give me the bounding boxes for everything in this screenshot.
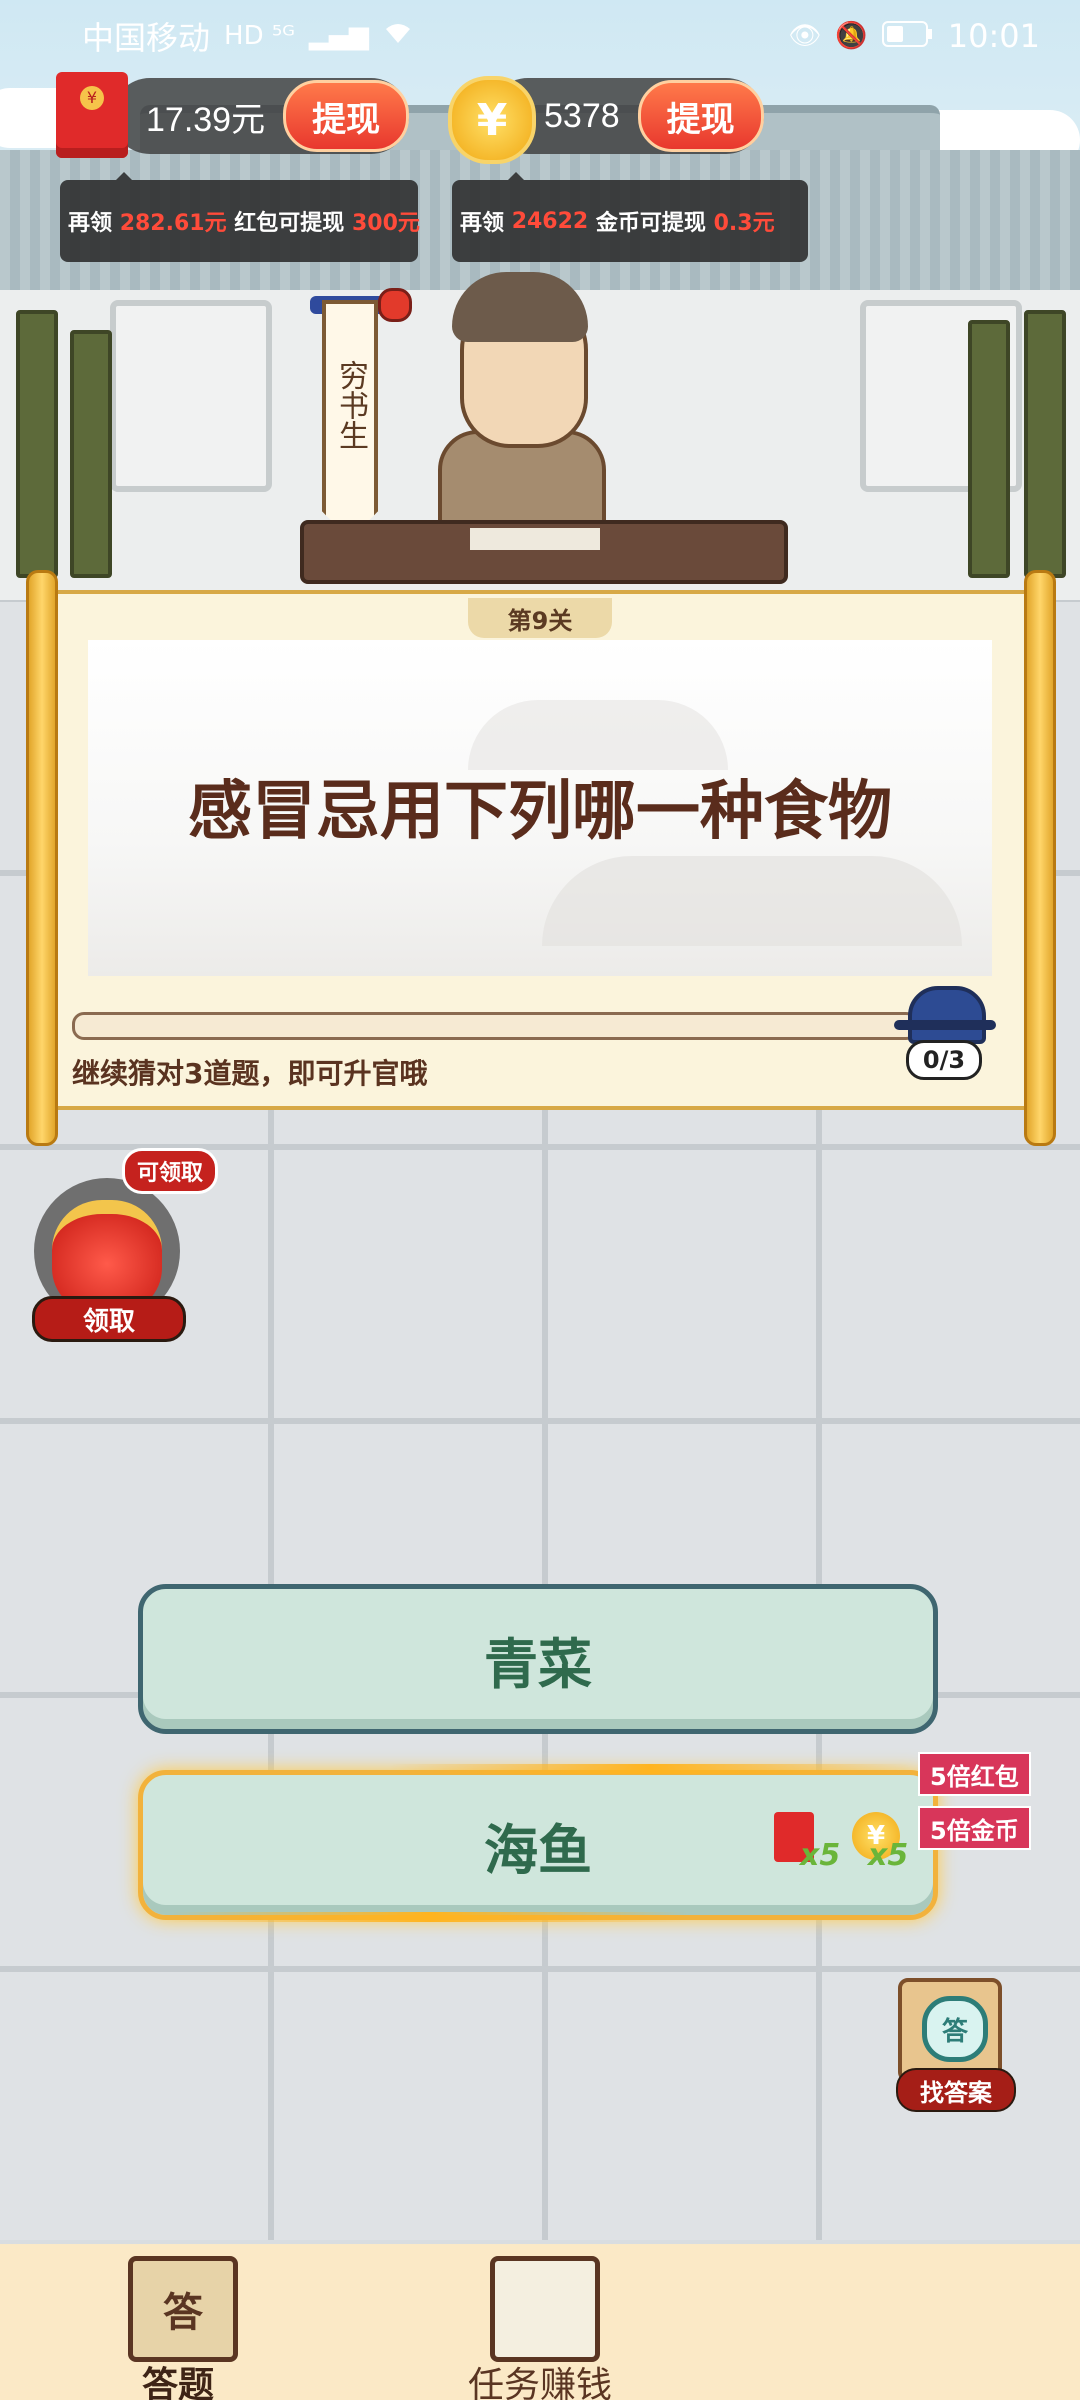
signal-icon: ▂▄▆ bbox=[308, 21, 369, 51]
question-text: 感冒忌用下列哪一种食物 bbox=[188, 775, 892, 849]
claim-button[interactable]: 领取 bbox=[32, 1296, 186, 1342]
hint-target: 300元 bbox=[351, 211, 420, 236]
wall-window bbox=[110, 300, 272, 492]
answer-option-1[interactable]: 青菜 bbox=[138, 1584, 938, 1734]
promotion-hint: 继续猜对3道题，即可升官哦 bbox=[72, 1057, 428, 1090]
character-title: 穷书生 bbox=[333, 360, 368, 450]
hint-prefix: 再领 bbox=[68, 211, 113, 236]
hint-prefix: 再领 bbox=[460, 211, 505, 236]
official-hat-icon bbox=[894, 986, 996, 1044]
bonus-coin-tag: 5倍金币 bbox=[918, 1806, 1031, 1850]
nav-label: 答题 bbox=[141, 2365, 214, 2400]
coin-amount: 5378 bbox=[544, 96, 620, 135]
scroll-rod-left bbox=[26, 570, 58, 1146]
nav-label: 任务赚钱 bbox=[467, 2365, 612, 2400]
mute-icon: 🔕 bbox=[835, 21, 868, 51]
option-label: 海鱼 bbox=[484, 1818, 592, 1882]
redpacket-balance: 17.39元 提现 bbox=[112, 78, 410, 154]
nav-tab-answer[interactable]: 答 答题 bbox=[48, 2244, 308, 2400]
scroll-rod-right bbox=[1024, 570, 1056, 1146]
hint-value: 24622 bbox=[511, 208, 589, 234]
redpacket-amount: 17.39元 bbox=[146, 100, 266, 139]
redpacket-hint: 再领 282.61元 红包可提现 300元 bbox=[60, 172, 420, 262]
progress-count: 0/3 bbox=[906, 1040, 982, 1080]
wifi-icon bbox=[383, 21, 413, 52]
task-brush-icon bbox=[490, 2256, 600, 2362]
hint-target: 0.3元 bbox=[713, 211, 775, 236]
carrier-label: 中国移动 bbox=[82, 19, 211, 57]
battery-icon bbox=[881, 17, 934, 55]
coin-multiplier: x5 bbox=[868, 1838, 909, 1873]
glow-streak bbox=[390, 1764, 910, 1774]
redpacket-withdraw-button[interactable]: 提现 bbox=[283, 80, 410, 152]
hint-mid: 金币可提现 bbox=[595, 211, 706, 236]
coin-withdraw-button[interactable]: 提现 bbox=[637, 80, 764, 152]
glow-streak bbox=[170, 1912, 690, 1922]
clock: 10:01 bbox=[947, 17, 1040, 55]
coin-hint: 再领 24622 金币可提现 0.3元 bbox=[452, 172, 808, 262]
bonus-redpacket-tag: 5倍红包 bbox=[918, 1752, 1031, 1796]
fence-post bbox=[968, 320, 1010, 578]
level-label: 第9关 bbox=[468, 598, 612, 638]
option-label: 青菜 bbox=[484, 1632, 592, 1696]
nav-tab-tasks[interactable]: 任务赚钱 bbox=[410, 2244, 670, 2400]
banner-knob bbox=[378, 288, 412, 322]
hint-mid: 红包可提现 bbox=[234, 211, 345, 236]
fence-post bbox=[1024, 310, 1066, 578]
network-badge: HD ⁵ᴳ bbox=[224, 21, 295, 51]
hint-value: 282.61元 bbox=[119, 211, 227, 236]
redpacket-multiplier: x5 bbox=[800, 1838, 841, 1873]
answer-scroll-icon: 答 bbox=[128, 2256, 238, 2362]
desk-paper bbox=[470, 528, 600, 550]
coin-icon: ¥ bbox=[448, 76, 536, 164]
find-answer-label[interactable]: 找答案 bbox=[896, 2068, 1016, 2112]
magnifier-icon: 答 bbox=[922, 1996, 988, 2062]
eye-icon: 👁 bbox=[788, 21, 822, 51]
status-bar: 中国移动 HD ⁵ᴳ ▂▄▆ 👁 🔕 10:01 bbox=[0, 0, 1080, 72]
redpacket-icon bbox=[56, 72, 128, 158]
fence-post bbox=[16, 310, 58, 578]
promotion-progress-bar bbox=[72, 1012, 918, 1040]
claimable-badge: 可领取 bbox=[122, 1148, 219, 1194]
fence-post bbox=[70, 330, 112, 578]
find-answer-button[interactable]: 答 bbox=[898, 1978, 1002, 2082]
mountain-decoration bbox=[542, 856, 962, 946]
